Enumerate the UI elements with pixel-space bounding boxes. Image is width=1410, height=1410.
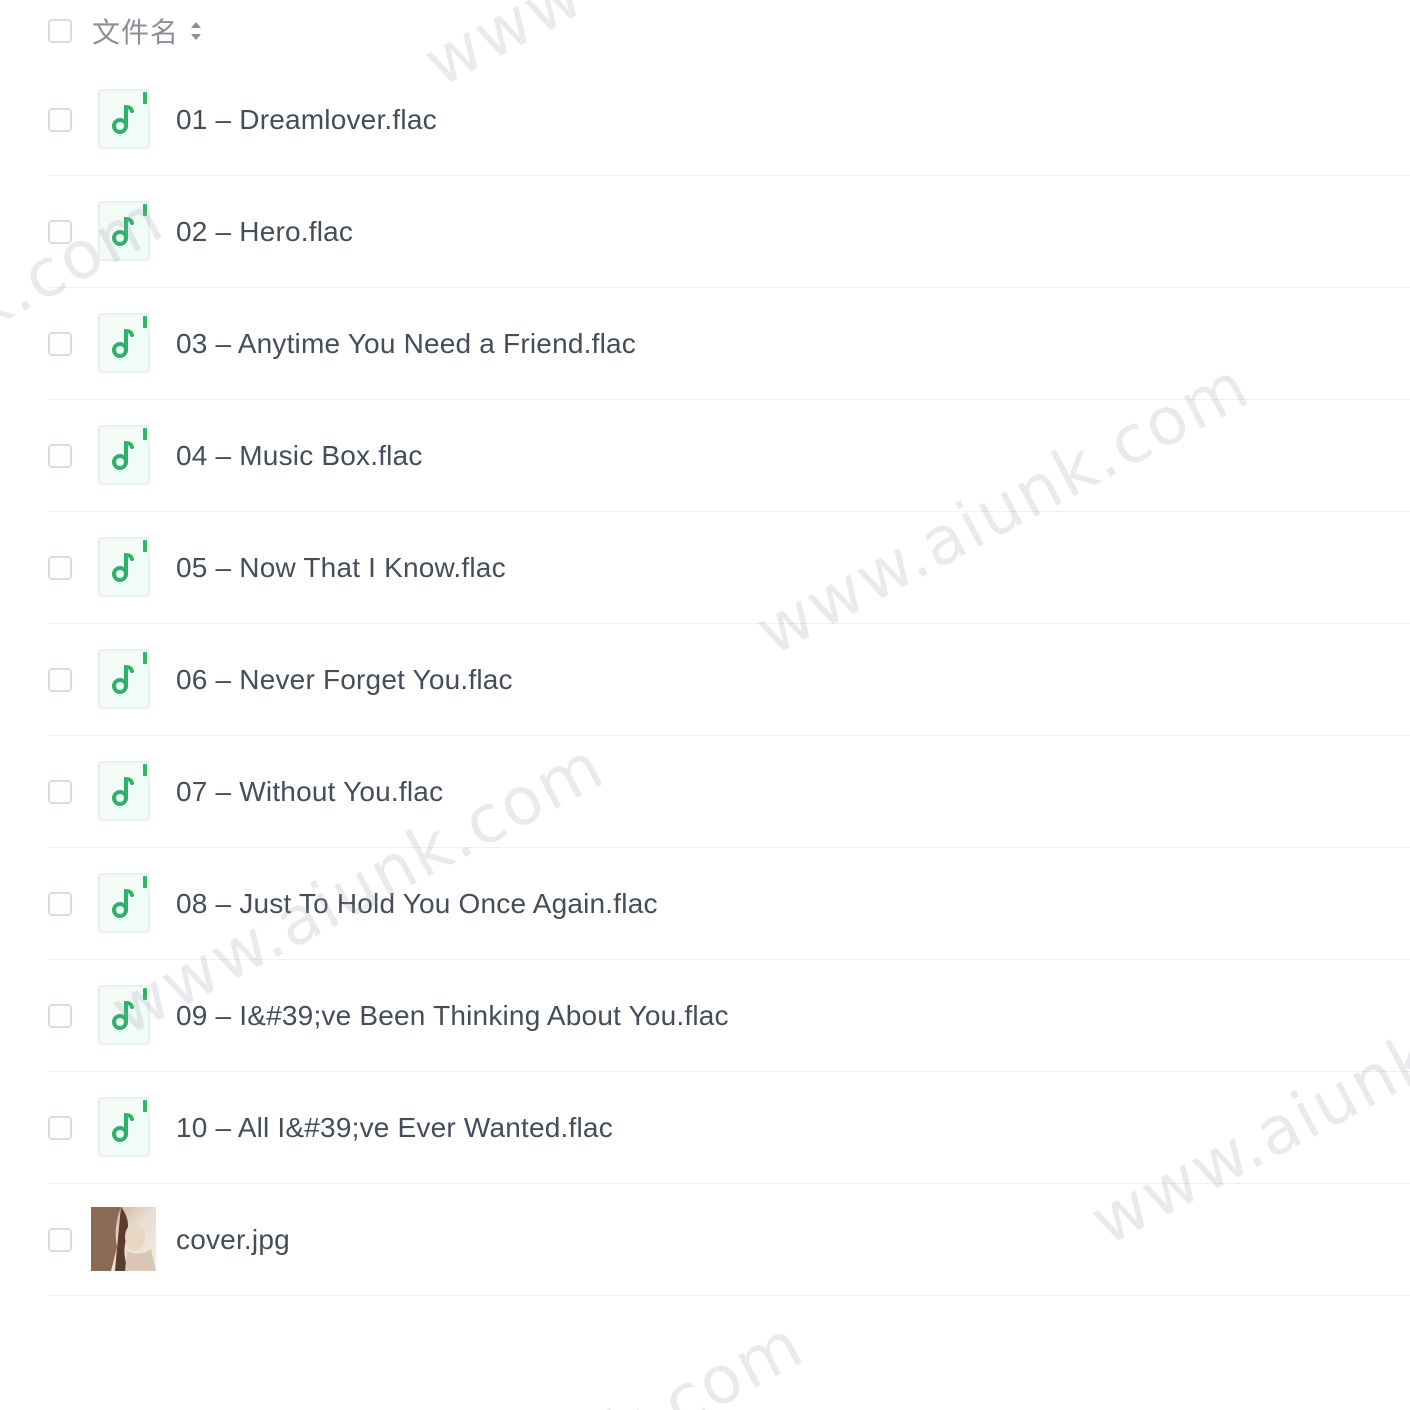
music-note-icon <box>98 537 150 597</box>
row-checkbox[interactable] <box>48 779 72 804</box>
file-list: 01 – Dreamlover.flac 02 – Hero.flac 03 – A… <box>48 64 1410 1296</box>
music-note-icon <box>98 649 150 709</box>
file-name[interactable]: 06 – Never Forget You.flac <box>176 664 513 696</box>
music-note-icon <box>98 1097 150 1157</box>
file-row[interactable]: 07 – Without You.flac <box>48 736 1410 848</box>
select-all-checkbox[interactable] <box>48 19 72 43</box>
row-checkbox[interactable] <box>48 891 72 916</box>
file-name[interactable]: 02 – Hero.flac <box>176 216 353 248</box>
row-checkbox[interactable] <box>48 1003 72 1028</box>
list-header: 文件名 <box>48 0 1410 62</box>
sort-updown-icon[interactable] <box>189 18 203 44</box>
music-note-icon <box>98 985 150 1045</box>
music-note-icon <box>98 201 150 261</box>
image-thumbnail <box>91 1207 156 1271</box>
music-note-icon <box>98 425 150 485</box>
row-checkbox[interactable] <box>48 555 72 580</box>
watermark: k.com <box>594 1305 816 1410</box>
row-checkbox[interactable] <box>48 1115 72 1140</box>
file-row[interactable]: 03 – Anytime You Need a Friend.flac <box>48 288 1410 400</box>
file-name[interactable]: 08 – Just To Hold You Once Again.flac <box>176 888 658 920</box>
file-row[interactable]: cover.jpg <box>48 1184 1410 1296</box>
file-list-page: 文件名 01 – Dreamlover.flac 02 – Hero.flac 03… <box>0 0 1410 1410</box>
row-checkbox[interactable] <box>48 443 72 468</box>
file-name[interactable]: 07 – Without You.flac <box>176 776 443 808</box>
row-checkbox[interactable] <box>48 107 72 132</box>
row-checkbox[interactable] <box>48 331 72 356</box>
file-name[interactable]: 09 – I&#39;ve Been Thinking About You.fl… <box>176 1000 729 1032</box>
file-name[interactable]: 10 – All I&#39;ve Ever Wanted.flac <box>176 1112 613 1144</box>
file-row[interactable]: 08 – Just To Hold You Once Again.flac <box>48 848 1410 960</box>
music-note-icon <box>98 313 150 373</box>
file-row[interactable]: 05 – Now That I Know.flac <box>48 512 1410 624</box>
music-note-icon <box>98 873 150 933</box>
file-row[interactable]: 10 – All I&#39;ve Ever Wanted.flac <box>48 1072 1410 1184</box>
file-name[interactable]: cover.jpg <box>176 1224 290 1256</box>
file-row[interactable]: 09 – I&#39;ve Been Thinking About You.fl… <box>48 960 1410 1072</box>
row-checkbox[interactable] <box>48 219 72 244</box>
row-checkbox[interactable] <box>48 1227 72 1252</box>
file-name[interactable]: 01 – Dreamlover.flac <box>176 104 437 136</box>
file-name[interactable]: 05 – Now That I Know.flac <box>176 552 506 584</box>
filename-column-header[interactable]: 文件名 <box>92 11 179 51</box>
music-note-icon <box>98 761 150 821</box>
file-name[interactable]: 04 – Music Box.flac <box>176 440 423 472</box>
file-row[interactable]: 06 – Never Forget You.flac <box>48 624 1410 736</box>
row-checkbox[interactable] <box>48 667 72 692</box>
file-row[interactable]: 01 – Dreamlover.flac <box>48 64 1410 176</box>
file-row[interactable]: 04 – Music Box.flac <box>48 400 1410 512</box>
music-note-icon <box>98 89 150 149</box>
file-name[interactable]: 03 – Anytime You Need a Friend.flac <box>176 328 636 360</box>
file-row[interactable]: 02 – Hero.flac <box>48 176 1410 288</box>
